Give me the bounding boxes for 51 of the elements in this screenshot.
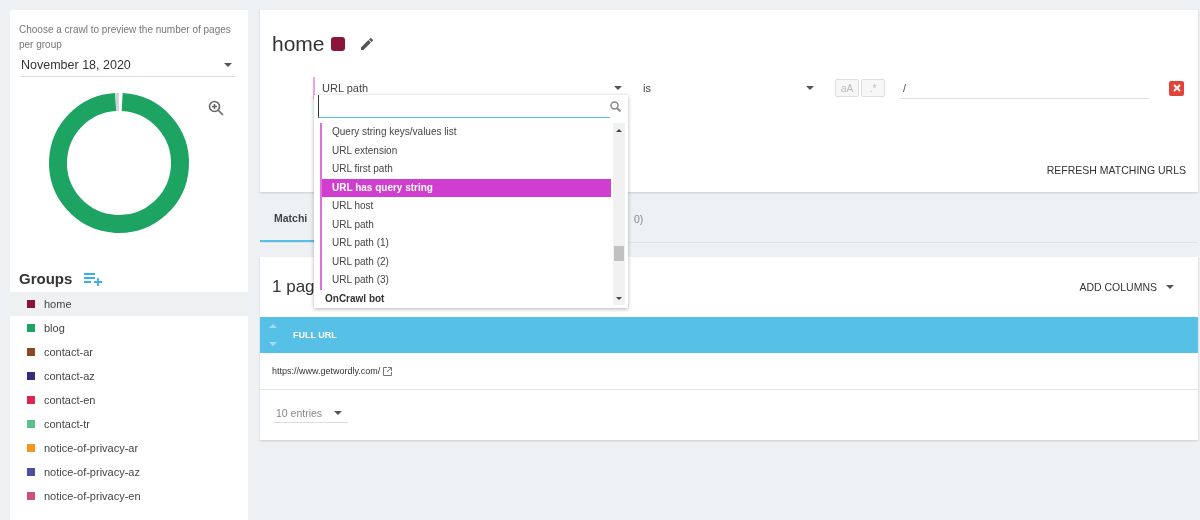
group-item[interactable]: contact-tr xyxy=(10,412,248,436)
hint-text: Choose a crawl to preview the number of pages per group xyxy=(18,23,232,52)
pencil-icon xyxy=(358,36,375,52)
group-label: notice-of-privacy-az xyxy=(44,466,140,478)
option-group-label: OnCrawl bot xyxy=(324,291,386,306)
page-size-select[interactable]: 10 entries xyxy=(274,406,348,423)
group-item[interactable]: home xyxy=(10,292,248,316)
zoom-in-icon xyxy=(208,100,224,116)
dropdown-option[interactable]: URL path xyxy=(320,215,611,234)
caret-icon xyxy=(334,410,342,415)
dropdown-option[interactable]: URL path (3) xyxy=(320,271,611,290)
refresh-button[interactable]: REFRESH MATCHING URLS xyxy=(1046,164,1186,176)
group-label: contact-tr xyxy=(44,418,90,430)
results-heading: 1 pag xyxy=(272,277,315,297)
close-button[interactable] xyxy=(1169,80,1184,96)
group-item[interactable]: contact-ar xyxy=(10,340,248,364)
dropdown-option[interactable]: URL has query string xyxy=(320,178,611,197)
caret-icon xyxy=(806,86,814,90)
add-columns-button[interactable]: ADD COLUMNS xyxy=(1079,281,1174,293)
add-list-icon xyxy=(84,271,103,286)
sort-icon xyxy=(269,323,277,347)
search-field[interactable] xyxy=(318,95,610,118)
close-icon xyxy=(1172,84,1181,92)
caret-icon xyxy=(224,63,232,67)
group-label: notice-of-privacy-ar xyxy=(44,442,139,454)
dropdown-option[interactable]: URL path (2) xyxy=(320,252,611,271)
group-label: contact-ar xyxy=(44,346,93,358)
group-item[interactable]: blog xyxy=(10,316,248,340)
group-label: notice-of-privacy-en xyxy=(44,490,141,502)
dropdown-option[interactable]: URL path (1) xyxy=(320,234,611,253)
group-label: contact-en xyxy=(44,394,96,406)
dropdown-option[interactable]: URL host xyxy=(320,197,611,216)
group-item[interactable]: notice-of-privacy-en xyxy=(10,484,248,508)
group-label: blog xyxy=(44,322,65,334)
group-item[interactable]: contact-en xyxy=(10,388,248,412)
group-title: home xyxy=(272,32,325,56)
group-label: contact-az xyxy=(44,370,95,382)
group-item[interactable]: notice-of-privacy-az xyxy=(10,460,248,484)
group-item[interactable]: contact-az xyxy=(10,364,248,388)
search-icon xyxy=(610,101,621,112)
dropdown-option[interactable]: URL extension xyxy=(320,141,611,160)
caret-icon xyxy=(614,86,622,90)
group-item[interactable]: notice-of-privacy-ar xyxy=(10,436,248,460)
external-link-icon xyxy=(383,366,393,376)
section-title: Groups xyxy=(19,270,73,287)
operator-select[interactable]: is xyxy=(641,77,817,99)
caret-icon xyxy=(1166,285,1174,289)
dropdown-option[interactable]: Query string keys/values list xyxy=(320,123,611,142)
crawl-select[interactable]: November 18, 2020 xyxy=(21,56,235,77)
group-label: home xyxy=(44,298,72,310)
url-link[interactable]: https://www.getwordly.com/ xyxy=(272,366,381,376)
